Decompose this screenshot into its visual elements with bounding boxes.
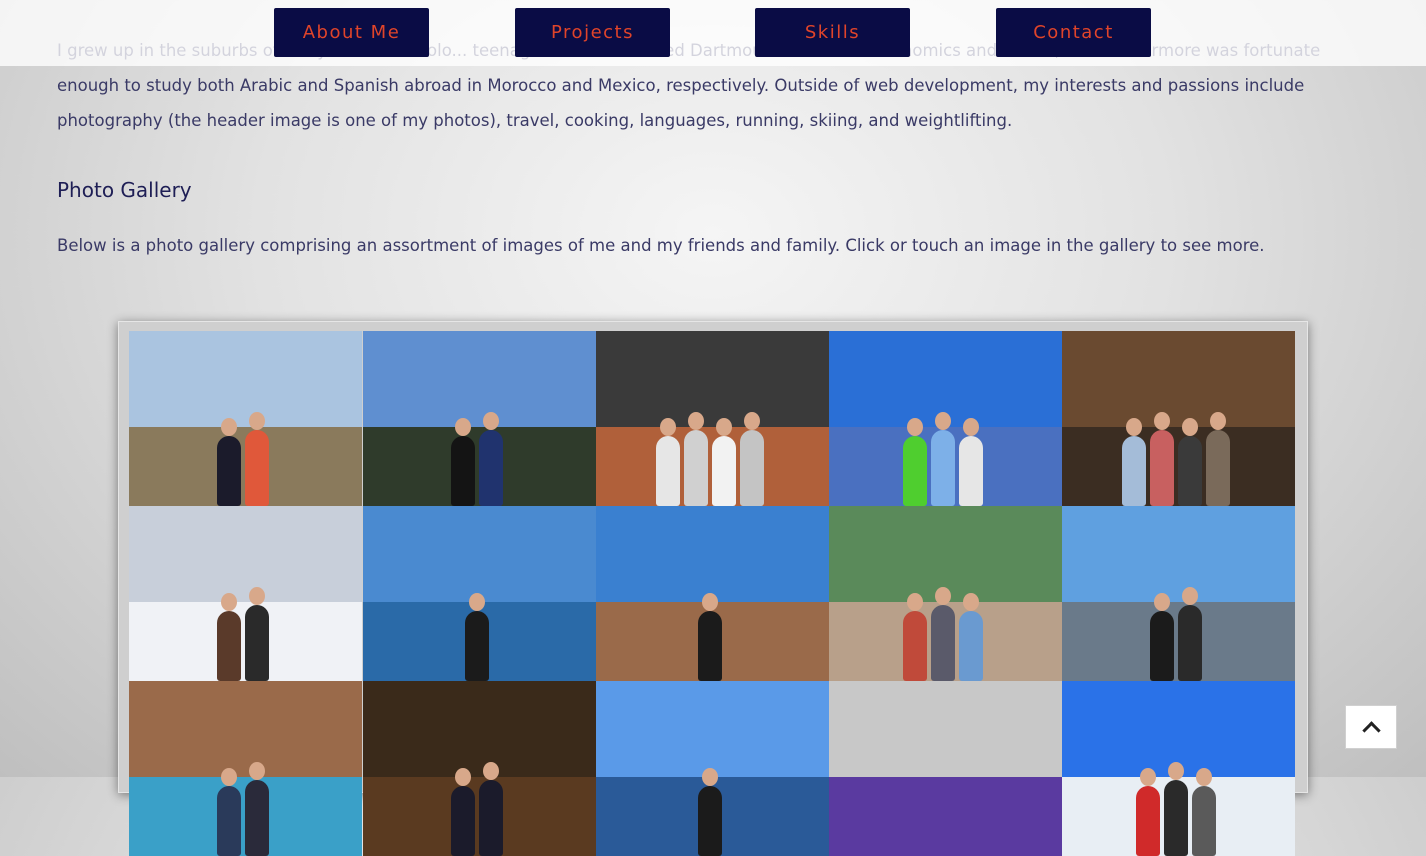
nav-projects-button[interactable]: Projects: [515, 8, 670, 57]
photo-person-figure: [1178, 418, 1202, 506]
photo-person-figure: [931, 587, 955, 681]
photo-person-figure: [698, 768, 722, 856]
photo-person-figure: [217, 768, 241, 856]
presenter-speaking-photo[interactable]: [829, 681, 1062, 856]
hilltop-wall-friends-photo[interactable]: [829, 506, 1062, 681]
photo-person-figure: [465, 593, 489, 681]
coastal-cliff-couple-photo[interactable]: [129, 331, 362, 506]
city-skyline-couple-photo[interactable]: [1062, 506, 1295, 681]
photo-person-figure: [217, 418, 241, 506]
beach-sky-man-photo[interactable]: [596, 681, 829, 856]
photo-person-figure: [479, 412, 503, 506]
photo-person-figure: [1206, 412, 1230, 506]
nav-contact-button[interactable]: Contact: [996, 8, 1151, 57]
top-navigation-bar: About Me Projects Skills Contact: [0, 0, 1426, 66]
photo-person-figure: [451, 418, 475, 506]
chevron-up-icon: [1361, 720, 1381, 740]
sailing-sunglasses-photo[interactable]: [596, 506, 829, 681]
race-finish-group-photo[interactable]: [596, 331, 829, 506]
photo-person-figure: [1150, 593, 1174, 681]
photo-person-figure: [656, 418, 680, 506]
photo-person-figure: [903, 593, 927, 681]
photo-person-figure: [451, 768, 475, 856]
ski-summit-group-photo[interactable]: [1062, 681, 1295, 856]
photo-gallery-description: Below is a photo gallery comprising an a…: [57, 236, 1265, 255]
formal-event-friends-photo[interactable]: [363, 681, 596, 856]
photo-person-figure: [959, 593, 983, 681]
photo-person-figure: [245, 587, 269, 681]
photo-person-figure: [959, 418, 983, 506]
photo-person-figure: [740, 412, 764, 506]
photo-person-figure: [217, 593, 241, 681]
photo-gallery-grid: [118, 321, 1308, 856]
mountain-ridge-friends-photo[interactable]: [363, 331, 596, 506]
photo-person-figure: [1150, 412, 1174, 506]
scroll-to-top-button[interactable]: [1345, 705, 1397, 749]
photo-person-figure: [903, 418, 927, 506]
photo-gallery-heading: Photo Gallery: [57, 178, 192, 202]
snowy-ski-slope-photo[interactable]: [129, 506, 362, 681]
photo-person-figure: [712, 418, 736, 506]
photo-person-figure: [1178, 587, 1202, 681]
photo-person-figure: [684, 412, 708, 506]
photo-person-figure: [1136, 768, 1160, 856]
nav-about-me-button[interactable]: About Me: [274, 8, 429, 57]
photo-person-figure: [698, 593, 722, 681]
photo-person-figure: [1122, 418, 1146, 506]
stadium-friends-photo[interactable]: [829, 331, 1062, 506]
photo-person-figure: [245, 412, 269, 506]
photo-person-figure: [931, 412, 955, 506]
boat-lake-woman-photo[interactable]: [363, 506, 596, 681]
photo-person-figure: [245, 762, 269, 856]
nav-skills-button[interactable]: Skills: [755, 8, 910, 57]
photo-person-figure: [479, 762, 503, 856]
winery-tasting-group-photo[interactable]: [1062, 331, 1295, 506]
villa-pool-friends-photo[interactable]: [129, 681, 362, 856]
photo-person-figure: [1192, 768, 1216, 856]
photo-person-figure: [1164, 762, 1188, 856]
